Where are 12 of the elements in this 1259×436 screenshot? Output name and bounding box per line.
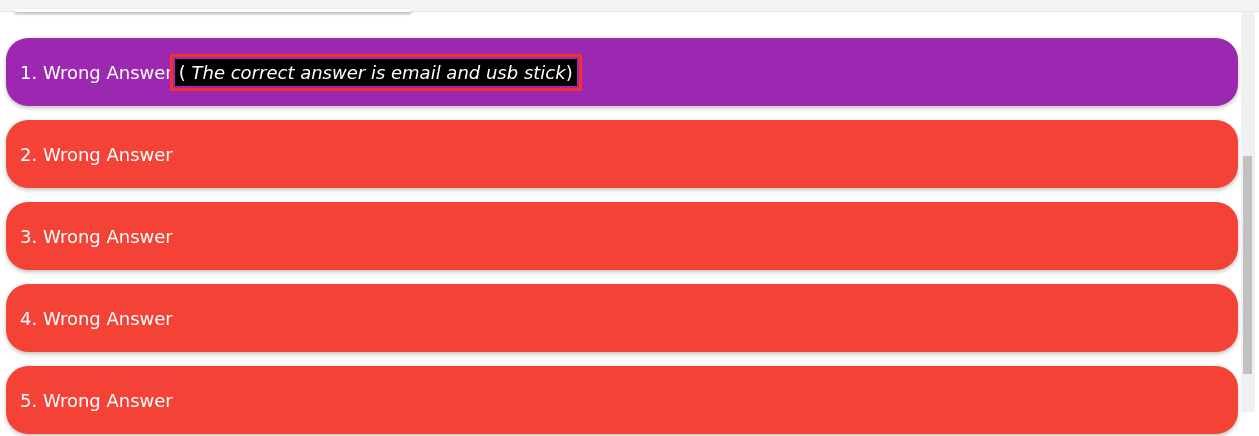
answer-label: 1. Wrong Answer: [20, 61, 173, 83]
scrollbar-thumb[interactable]: [1243, 156, 1252, 374]
answer-label: 5. Wrong Answer: [20, 389, 173, 411]
answer-label: 3. Wrong Answer: [20, 225, 173, 247]
answer-label: 4. Wrong Answer: [20, 307, 173, 329]
answer-option[interactable]: 5. Wrong Answer: [6, 366, 1238, 434]
answer-option[interactable]: 3. Wrong Answer: [6, 202, 1238, 270]
scrollbar[interactable]: [1241, 12, 1255, 412]
answer-option[interactable]: 1. Wrong Answer ( The correct answer is email and usb stick): [6, 38, 1238, 106]
answer-option[interactable]: 4. Wrong Answer: [6, 284, 1238, 352]
answer-option[interactable]: 2. Wrong Answer: [6, 120, 1238, 188]
answer-label: 2. Wrong Answer: [20, 143, 173, 165]
